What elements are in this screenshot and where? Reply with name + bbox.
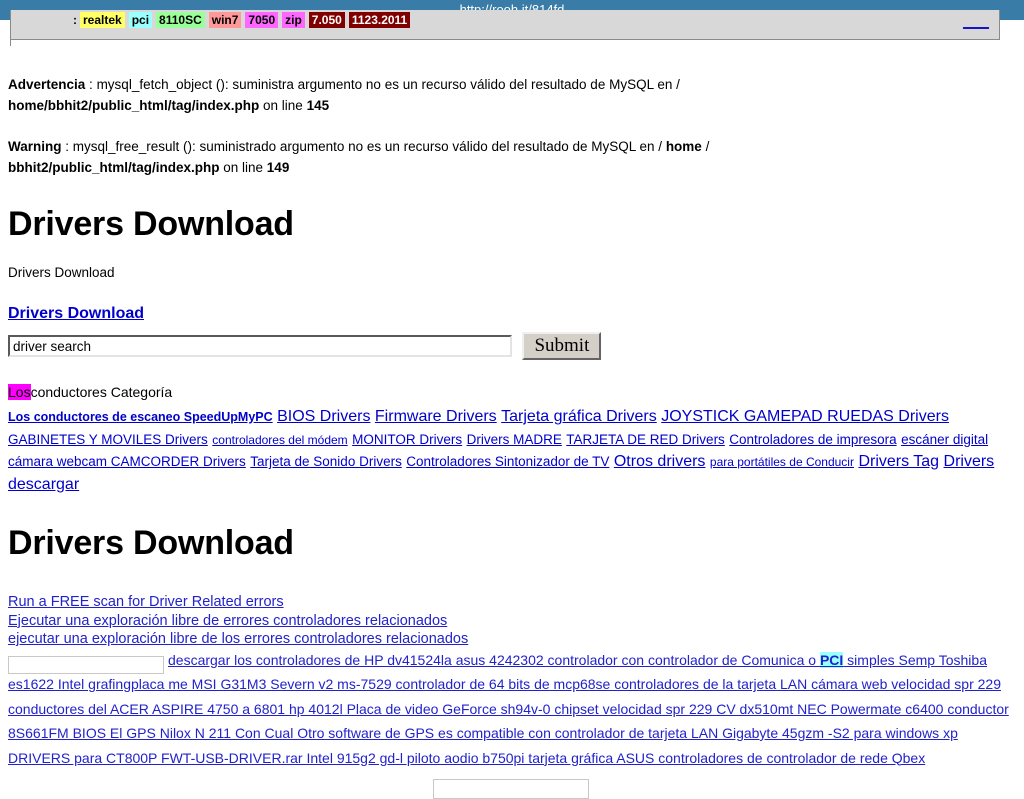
- tag-strip-container: : realtek pci 8110SC win7 7050 zip 7.050 1123.20…: [10, 10, 1000, 40]
- drivers-download-link-wrap: Drivers Download: [8, 304, 1016, 324]
- category-heading-rest: conductores Categoría: [30, 384, 173, 400]
- category-link[interactable]: Drivers Tag: [858, 453, 939, 470]
- scan-link[interactable]: ejecutar una exploración libre de los er…: [8, 631, 468, 647]
- tag-chip[interactable]: 8110SC: [156, 12, 205, 28]
- category-link[interactable]: BIOS Drivers: [277, 408, 370, 425]
- scan-link-row: Run a FREE scan for Driver Related error…: [8, 593, 1016, 612]
- category-link[interactable]: Tarjeta gráfica Drivers: [501, 408, 657, 425]
- bottom-input[interactable]: [433, 779, 589, 799]
- category-link[interactable]: cámara webcam CAMCORDER Drivers: [8, 454, 246, 469]
- submit-button[interactable]: Submit: [522, 332, 602, 360]
- category-link[interactable]: Los conductores de escaneo SpeedUpMyPC: [8, 410, 273, 424]
- bottom-input-row: [8, 779, 1016, 799]
- php-warning-2: Warning : mysql_free_result (): suminist…: [8, 116, 1016, 178]
- category-link[interactable]: Otros drivers: [614, 453, 706, 470]
- category-link[interactable]: Firmware Drivers: [375, 408, 497, 425]
- keyword-link-block: descargar los controladores de HP dv4152…: [8, 651, 1016, 774]
- php-warning-2-pathbold: home: [665, 139, 702, 154]
- scan-link[interactable]: Run a FREE scan for Driver Related error…: [8, 594, 284, 610]
- tag-strip: : realtek pci 8110SC win7 7050 zip 7.050 1123.20…: [73, 12, 414, 28]
- document-body: Advertencia : mysql_fetch_object (): sum…: [0, 46, 1024, 799]
- php-warning-1-text: mysql_fetch_object (): suministra argume…: [96, 77, 680, 92]
- category-link[interactable]: escáner digital: [901, 432, 988, 447]
- php-warning-1-online: on line: [259, 98, 307, 113]
- tag-chip[interactable]: pci: [128, 12, 153, 28]
- category-link[interactable]: JOYSTICK GAMEPAD RUEDAS Drivers: [661, 408, 949, 425]
- category-link[interactable]: controladores del módem: [212, 433, 347, 447]
- category-heading: Losconductores Categoría: [8, 382, 1016, 402]
- category-link[interactable]: Drivers MADRE: [467, 432, 562, 447]
- php-warning-2-online: on line: [219, 160, 267, 175]
- php-warning-1-path: home/bbhit2/public_html/tag/index.php: [8, 98, 260, 113]
- scan-link-row: ejecutar una exploración libre de los er…: [8, 630, 1016, 649]
- scan-link-list: Run a FREE scan for Driver Related error…: [8, 593, 1016, 649]
- category-link[interactable]: GABINETES Y MOVILES Drivers: [8, 432, 208, 447]
- php-warning-2-pathsep: /: [701, 139, 710, 154]
- category-link[interactable]: Controladores de impresora: [729, 432, 896, 447]
- driver-search-form: Submit: [8, 332, 1016, 360]
- category-link[interactable]: Tarjeta de Sonido Drivers: [250, 454, 402, 469]
- page-title-secondary: Drivers Download: [8, 524, 294, 562]
- php-warning-2-path: bbhit2/public_html/tag/index.php: [8, 160, 220, 175]
- php-warning-1-label: Advertencia: [8, 77, 86, 92]
- php-warning-2-text: mysql_free_result (): suministrado argum…: [72, 139, 666, 154]
- php-warning-1-sep: :: [85, 77, 97, 92]
- drivers-download-link[interactable]: Drivers Download: [8, 305, 144, 322]
- tag-chip[interactable]: zip: [282, 12, 305, 28]
- keyword-highlight-pci[interactable]: PCI: [819, 651, 844, 668]
- category-link[interactable]: MONITOR Drivers: [352, 432, 462, 447]
- scan-link[interactable]: Ejecutar una exploración libre de errore…: [8, 613, 447, 629]
- scan-link-row: Ejecutar una exploración libre de errore…: [8, 612, 1016, 631]
- keyword-input[interactable]: [8, 655, 164, 674]
- category-link[interactable]: Controladores Sintonizador de TV: [406, 454, 609, 469]
- tag-chip[interactable]: 1123.2011: [348, 12, 411, 28]
- strip-divider-rule: [963, 27, 989, 29]
- keyword-link-before[interactable]: descargar los controladores de HP dv4152…: [168, 652, 820, 668]
- category-link[interactable]: TARJETA DE RED Drivers: [566, 432, 725, 447]
- category-link[interactable]: para portátiles de Conducir: [710, 455, 854, 469]
- page-subtitle: Drivers Download: [8, 265, 115, 280]
- tag-chip[interactable]: 7050: [245, 12, 279, 28]
- tag-strip-prefix: :: [73, 13, 77, 27]
- search-input[interactable]: [8, 335, 512, 357]
- php-warning-2-label: Warning: [8, 139, 62, 154]
- php-warning-1-line: 145: [306, 98, 330, 113]
- category-link-list: Los conductores de escaneo SpeedUpMyPC B…: [8, 406, 1016, 495]
- php-warning-2-sep: :: [61, 139, 73, 154]
- php-warning-1: Advertencia : mysql_fetch_object (): sum…: [8, 46, 1016, 116]
- tag-chip[interactable]: 7.050: [308, 12, 345, 28]
- php-warning-2-line: 149: [266, 160, 290, 175]
- category-heading-highlight: Los: [8, 384, 31, 400]
- tag-chip[interactable]: win7: [208, 12, 242, 28]
- tag-chip[interactable]: realtek: [80, 12, 125, 28]
- page-title: Drivers Download: [8, 205, 294, 243]
